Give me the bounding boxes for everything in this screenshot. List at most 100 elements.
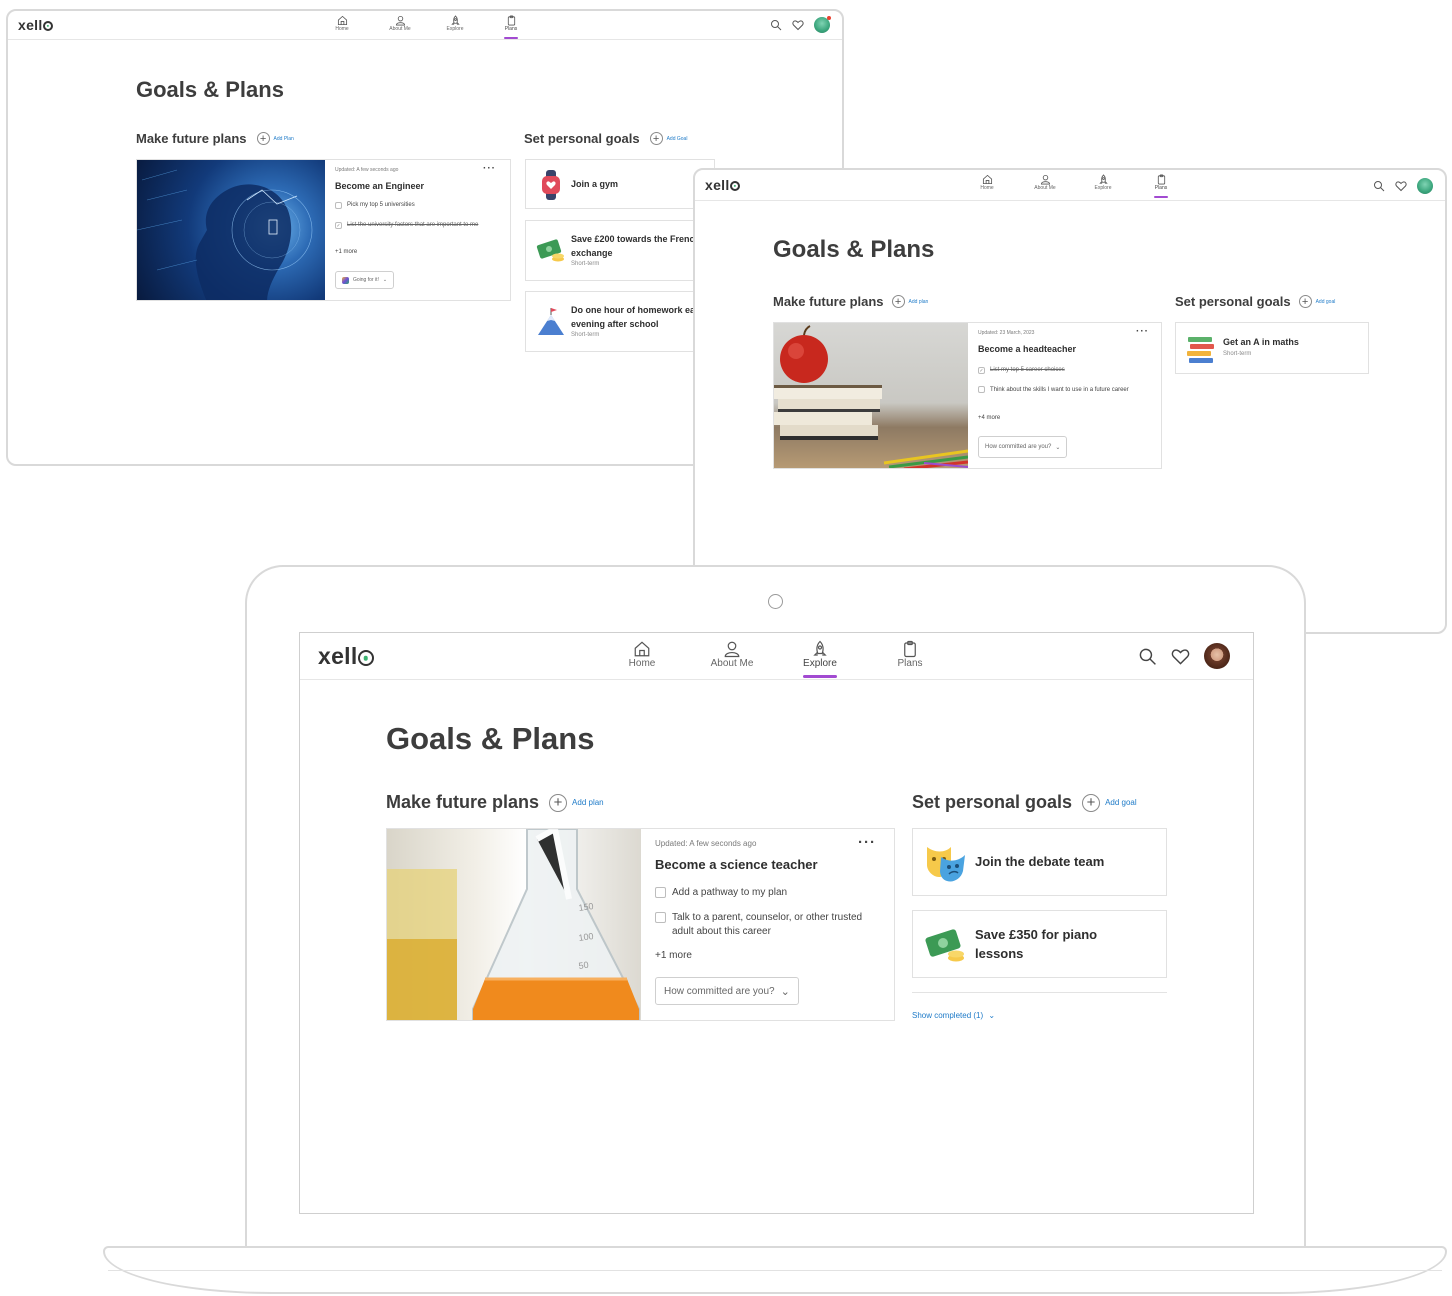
nav-home[interactable]: Home xyxy=(330,15,354,32)
laptop-base xyxy=(103,1246,1447,1294)
add-plan-button[interactable]: + xyxy=(256,132,270,145)
add-goal-link[interactable]: Add goal xyxy=(1105,798,1137,807)
top-nav: xell Home About Me Explore Plans xyxy=(300,633,1253,680)
xello-logo[interactable]: xell xyxy=(705,177,740,193)
xello-logo[interactable]: xell xyxy=(18,17,53,33)
task-checkbox-checked[interactable]: ✓ xyxy=(978,367,985,374)
nav-explore[interactable]: Explore xyxy=(798,640,842,678)
person-icon xyxy=(1040,174,1050,185)
svg-text:150: 150 xyxy=(578,901,594,913)
add-plan-link[interactable]: Add plan xyxy=(909,299,929,305)
more-options-icon[interactable]: ··· xyxy=(483,163,496,174)
avatar[interactable] xyxy=(1204,643,1230,669)
commitment-dropdown[interactable]: How committed are you? ⌄ xyxy=(655,977,799,1005)
plan-card[interactable]: 150 100 50 Updated: A few seconds ago ··… xyxy=(386,828,895,1021)
plan-title: Become a science teacher xyxy=(655,857,818,872)
rocket-icon xyxy=(813,640,827,656)
show-completed-toggle[interactable]: Show completed (1) ⌄ xyxy=(912,1011,995,1020)
laptop-screen: xell Home About Me Explore Plans Goals &… xyxy=(299,632,1254,1214)
task-checkbox[interactable] xyxy=(335,202,342,209)
goal-card[interactable]: Do one hour of homework each evening aft… xyxy=(525,291,715,352)
nav-home[interactable]: Home xyxy=(622,640,662,669)
nav-home[interactable]: Home xyxy=(975,174,999,191)
plan-card[interactable]: Updated: 23 March, 2023 ··· Become a hea… xyxy=(773,322,1162,469)
task-item[interactable]: Pick my top 5 universities xyxy=(335,202,500,209)
task-item[interactable]: Think about the skills I want to use in … xyxy=(978,385,1143,395)
add-goal-button[interactable]: + xyxy=(649,132,663,145)
avatar[interactable] xyxy=(1417,178,1433,194)
page-title: Goals & Plans xyxy=(386,721,595,756)
task-item-completed[interactable]: ✓ List the university factors that are i… xyxy=(335,220,500,230)
heart-icon[interactable] xyxy=(792,19,804,31)
more-tasks-link[interactable]: +4 more xyxy=(978,415,1000,421)
plans-section-title: Make future plans + Add plan xyxy=(386,792,604,812)
add-goal-link[interactable]: Add Goal xyxy=(667,136,688,142)
goal-title: Join a gym xyxy=(571,179,619,189)
nav-plans[interactable]: Plans xyxy=(500,15,522,39)
chevron-down-icon: ⌄ xyxy=(382,277,388,283)
goal-title: Save £200 towards the French exchange xyxy=(571,234,701,258)
goal-term: Short-term xyxy=(571,332,600,338)
add-plan-button[interactable]: + xyxy=(891,295,905,308)
add-plan-link[interactable]: Add plan xyxy=(572,798,604,807)
nav-about-me[interactable]: About Me xyxy=(705,640,759,669)
task-item-completed[interactable]: ✓ List my top 5 career choices xyxy=(978,367,1143,374)
plan-card[interactable]: Updated: A few seconds ago ··· Become an… xyxy=(136,159,511,301)
nav-explore[interactable]: Explore xyxy=(442,15,468,32)
more-options-icon[interactable]: ··· xyxy=(858,834,876,851)
home-icon xyxy=(337,15,347,26)
svg-text:50: 50 xyxy=(578,960,589,971)
nav-about-me[interactable]: About Me xyxy=(1029,174,1061,191)
task-checkbox[interactable] xyxy=(978,386,985,393)
task-item[interactable]: Add a pathway to my plan xyxy=(655,887,880,898)
goal-term: Short-term xyxy=(571,261,600,267)
heart-icon[interactable] xyxy=(1171,647,1190,666)
smartwatch-heart-icon xyxy=(542,170,560,200)
more-tasks-link[interactable]: +1 more xyxy=(335,249,357,255)
updated-timestamp: Updated: A few seconds ago xyxy=(335,167,399,173)
add-goal-button[interactable]: + xyxy=(1082,793,1101,812)
goals-section-title: Set personal goals + Add Goal xyxy=(524,131,688,146)
nav-plans[interactable]: Plans xyxy=(1150,174,1172,198)
goals-divider xyxy=(912,992,1167,993)
page-title: Goals & Plans xyxy=(136,77,284,102)
search-icon[interactable] xyxy=(1373,180,1385,192)
search-icon[interactable] xyxy=(1138,647,1157,666)
mountain-flag-icon xyxy=(538,308,564,335)
task-item[interactable]: Talk to a parent, counselor, or other tr… xyxy=(655,911,880,939)
nav-plans[interactable]: Plans xyxy=(890,640,930,669)
add-plan-link[interactable]: Add Plan xyxy=(274,136,294,142)
person-icon xyxy=(395,15,405,26)
chevron-down-icon: ⌄ xyxy=(1055,444,1061,451)
commitment-dropdown[interactable]: How committed are you? ⌄ xyxy=(978,436,1068,458)
nav-about-me[interactable]: About Me xyxy=(384,15,416,32)
rocket-icon xyxy=(450,15,460,25)
commitment-dropdown[interactable]: Going for it! ⌄ xyxy=(335,271,395,289)
home-icon xyxy=(982,174,992,185)
goal-card[interactable]: Save £350 for piano lessons xyxy=(912,910,1167,978)
debate-masks-icon xyxy=(927,847,965,882)
goal-card[interactable]: Join the debate team xyxy=(912,828,1167,896)
add-plan-button[interactable]: + xyxy=(549,793,568,812)
money-icon xyxy=(536,239,564,262)
task-checkbox[interactable] xyxy=(655,887,666,898)
goal-card[interactable]: Get an A in maths Short-term xyxy=(1175,322,1369,374)
logo-text: xell xyxy=(18,17,43,33)
person-icon xyxy=(724,641,740,658)
task-checkbox[interactable] xyxy=(655,912,666,923)
goal-title: Join the debate team xyxy=(975,854,1105,869)
task-checkbox-checked[interactable]: ✓ xyxy=(335,222,342,229)
more-tasks-link[interactable]: +1 more xyxy=(655,950,692,961)
heart-icon[interactable] xyxy=(1395,180,1407,192)
search-icon[interactable] xyxy=(770,19,782,31)
goal-card[interactable]: Join a gym xyxy=(525,159,715,209)
avatar[interactable] xyxy=(814,16,831,33)
more-options-icon[interactable]: ··· xyxy=(1136,326,1149,337)
goal-card[interactable]: Save £200 towards the French exchange Sh… xyxy=(525,220,715,281)
add-goal-button[interactable]: + xyxy=(1298,295,1312,308)
xello-logo[interactable]: xell xyxy=(318,643,374,670)
nav-explore[interactable]: Explore xyxy=(1090,174,1116,191)
clipboard-icon xyxy=(1157,174,1165,185)
add-goal-link[interactable]: Add goal xyxy=(1316,299,1336,305)
active-tab-indicator xyxy=(803,675,837,678)
